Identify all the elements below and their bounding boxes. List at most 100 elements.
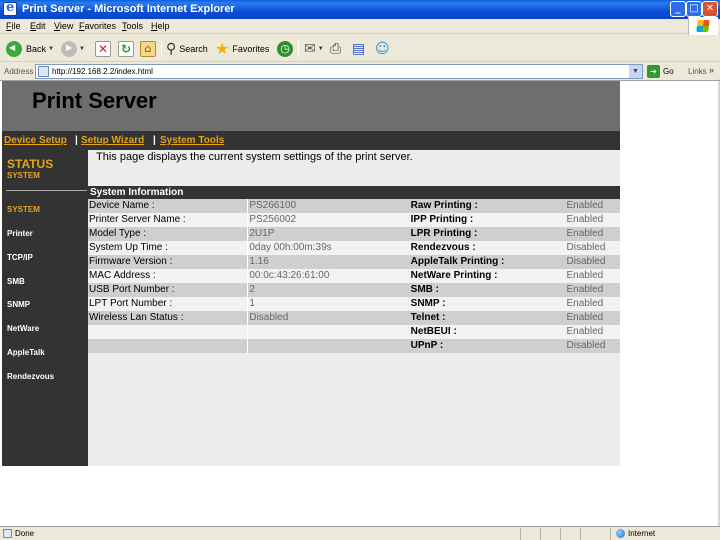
print-button[interactable]: ⎙ bbox=[330, 39, 341, 58]
refresh-button[interactable]: ↻ bbox=[118, 39, 134, 58]
zone-label: Internet bbox=[628, 529, 656, 538]
close-button[interactable]: ✕ bbox=[702, 1, 718, 17]
messenger-icon: ☺ bbox=[375, 40, 390, 57]
info-label: Model Type : bbox=[88, 227, 248, 241]
table-row: USB Port Number :2 SMB : Enabled bbox=[88, 283, 620, 297]
back-button[interactable]: Back ▼ bbox=[6, 39, 54, 58]
status-text: Done bbox=[15, 529, 35, 538]
home-icon: ⌂ bbox=[140, 40, 156, 57]
service-status: Enabled bbox=[565, 269, 620, 283]
main-content: This page displays the current system se… bbox=[88, 150, 620, 466]
table-row: Model Type :2U1P LPR Printing : Enabled bbox=[88, 227, 620, 241]
table-row: UPnP : Disabled bbox=[88, 339, 620, 353]
sidebar-item-system[interactable]: SYSTEM bbox=[7, 205, 40, 214]
address-label: Address bbox=[4, 67, 34, 76]
address-input[interactable]: http://192.168.2.2/index.html ▼ bbox=[35, 64, 643, 79]
nav-setup-wizard[interactable]: Setup Wizard bbox=[81, 135, 144, 146]
windows-logo-icon bbox=[688, 17, 718, 35]
sidebar-item-appletalk[interactable]: AppleTalk bbox=[7, 348, 45, 357]
chevron-right-icon[interactable]: » bbox=[709, 65, 714, 75]
sidebar-item-printer[interactable]: Printer bbox=[7, 229, 33, 238]
back-label: Back bbox=[26, 43, 47, 54]
nav-system-tools[interactable]: System Tools bbox=[160, 135, 224, 146]
sidebar-item-rendezvous[interactable]: Rendezvous bbox=[7, 372, 54, 381]
maximize-button[interactable]: □ bbox=[686, 1, 702, 17]
menu-tools[interactable]: Tools bbox=[122, 21, 143, 31]
menu-edit[interactable]: Edit bbox=[30, 21, 46, 31]
ie-icon bbox=[3, 0, 17, 16]
browser-viewport: Print Server Device Setup | Setup Wizard… bbox=[0, 81, 720, 526]
service-status: Enabled bbox=[565, 227, 620, 241]
nav-device-setup[interactable]: Device Setup bbox=[4, 135, 67, 146]
info-value: 1.16 bbox=[247, 255, 410, 269]
service-status: Enabled bbox=[565, 199, 620, 213]
menu-file[interactable]: File bbox=[6, 21, 21, 31]
info-label bbox=[88, 339, 248, 353]
search-label: Search bbox=[179, 43, 208, 54]
chevron-down-icon[interactable]: ▼ bbox=[79, 46, 85, 52]
section-title: System Information bbox=[88, 186, 620, 199]
search-button[interactable]: ⚲ Search bbox=[166, 39, 208, 58]
favorites-button[interactable]: ★ Favorites bbox=[215, 39, 269, 58]
service-label: SMB : bbox=[409, 283, 566, 297]
info-label bbox=[88, 325, 248, 339]
print-icon: ⎙ bbox=[330, 40, 342, 57]
stop-button[interactable]: ✕ bbox=[95, 39, 111, 58]
sidebar: STATUS SYSTEM SYSTEM Printer TCP/IP SMB … bbox=[2, 150, 88, 466]
edit-icon: ▤ bbox=[352, 40, 366, 57]
page-header: Print Server bbox=[2, 81, 620, 131]
home-button[interactable]: ⌂ bbox=[140, 39, 156, 58]
chevron-down-icon[interactable]: ▼ bbox=[629, 65, 642, 78]
service-label: SNMP : bbox=[409, 297, 566, 311]
address-bar: Address http://192.168.2.2/index.html ▼ … bbox=[0, 62, 720, 81]
service-label: IPP Printing : bbox=[409, 213, 566, 227]
edit-button[interactable]: ▤ bbox=[352, 39, 365, 58]
status-divider bbox=[580, 528, 581, 540]
system-info-table: Device Name : PS266100 Raw Printing : Enabl… bbox=[88, 199, 620, 353]
search-icon: ⚲ bbox=[166, 40, 177, 57]
service-status: Enabled bbox=[565, 297, 620, 311]
table-row: System Up Time :0day 00h:00m:39s Rendezvo… bbox=[88, 241, 620, 255]
table-row: Printer Server Name : PS256002 IPP Printin… bbox=[88, 213, 620, 227]
go-label: Go bbox=[663, 67, 674, 76]
service-status: Disabled bbox=[565, 241, 620, 255]
address-url: http://192.168.2.2/index.html bbox=[52, 67, 153, 76]
sidebar-item-snmp[interactable]: SNMP bbox=[7, 300, 30, 309]
table-row: NetBEUI : Enabled bbox=[88, 325, 620, 339]
links-button[interactable]: Links bbox=[688, 67, 707, 76]
sidebar-item-tcpip[interactable]: TCP/IP bbox=[7, 253, 33, 262]
nav-separator: | bbox=[75, 135, 78, 146]
sidebar-item-netware[interactable]: NetWare bbox=[7, 324, 39, 333]
status-divider bbox=[610, 528, 611, 540]
chevron-down-icon[interactable]: ▼ bbox=[318, 46, 324, 52]
minimize-button[interactable]: _ bbox=[670, 1, 686, 17]
forward-button[interactable]: ▼ bbox=[61, 39, 85, 58]
table-row: Wireless Lan Status : Disabled Telnet : Ena… bbox=[88, 311, 620, 325]
menu-view[interactable]: View bbox=[54, 21, 73, 31]
forward-icon bbox=[61, 40, 77, 57]
intro-text: This page displays the current system se… bbox=[96, 151, 413, 163]
chevron-down-icon[interactable]: ▼ bbox=[48, 46, 54, 52]
table-row: MAC Address :00:0c:43:26:61:00 NetWare Pr… bbox=[88, 269, 620, 283]
service-label: Telnet : bbox=[409, 311, 566, 325]
menu-bar: File Edit View Favorites Tools Help bbox=[0, 19, 720, 34]
sidebar-status-title: STATUS bbox=[7, 157, 54, 171]
go-arrow-icon: ➔ bbox=[647, 65, 660, 78]
toolbar-separator bbox=[161, 40, 162, 57]
table-row: Device Name : PS266100 Raw Printing : Enabl… bbox=[88, 199, 620, 213]
service-label: AppleTalk Printing : bbox=[409, 255, 566, 269]
mail-button[interactable]: ✉ ▼ bbox=[304, 39, 324, 58]
sidebar-divider bbox=[6, 190, 87, 191]
service-status: Enabled bbox=[565, 325, 620, 339]
go-button[interactable]: ➔ Go bbox=[647, 65, 674, 78]
messenger-button[interactable]: ☺ bbox=[375, 39, 390, 58]
menu-favorites[interactable]: Favorites bbox=[79, 21, 116, 31]
title-bar: Print Server - Microsoft Internet Explor… bbox=[0, 0, 720, 19]
back-icon bbox=[6, 40, 22, 57]
history-button[interactable]: ◷ bbox=[277, 39, 293, 58]
sidebar-item-smb[interactable]: SMB bbox=[7, 277, 25, 286]
menu-help[interactable]: Help bbox=[151, 21, 170, 31]
service-status: Enabled bbox=[565, 283, 620, 297]
status-bar: Done Internet bbox=[0, 526, 720, 540]
status-divider bbox=[540, 528, 541, 540]
